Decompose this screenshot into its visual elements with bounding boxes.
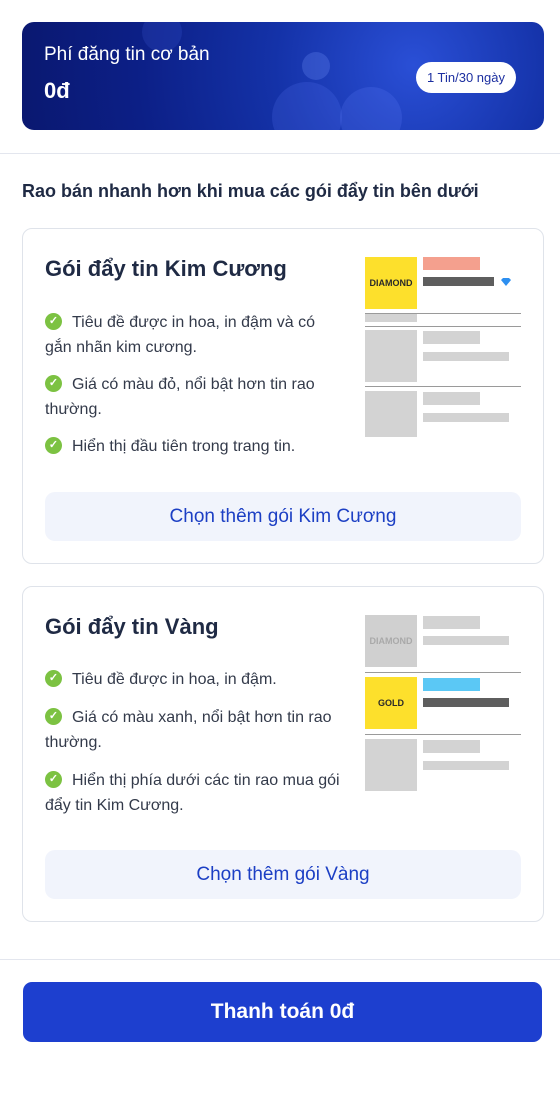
package-title: Gói đẩy tin Kim Cương (45, 256, 287, 281)
diamond-tag: DIAMOND (365, 257, 417, 309)
list-divider (365, 313, 521, 314)
select-diamond-button[interactable]: Chọn thêm gói Kim Cương (45, 492, 521, 541)
listing-preview-illustration: DIAMOND (365, 257, 521, 439)
check-icon: ✓ (45, 708, 62, 725)
image-placeholder (365, 313, 417, 322)
text-placeholder (423, 331, 480, 344)
package-title: Gói đẩy tin Vàng (45, 614, 219, 639)
text-placeholder (423, 636, 509, 645)
diamond-tag-faded: DIAMOND (365, 615, 417, 667)
diamond-icon (501, 278, 511, 286)
list-divider (365, 326, 521, 327)
bold-title-bar (423, 277, 494, 286)
check-icon: ✓ (45, 375, 62, 392)
image-placeholder (365, 330, 417, 382)
gold-tag: GOLD (365, 677, 417, 729)
duration-badge: 1 Tin/30 ngày (415, 62, 516, 93)
feature-item: ✓ Hiển thị đầu tiên trong trang tin. (45, 434, 345, 459)
listing-preview-illustration: DIAMOND GOLD (365, 615, 521, 795)
fee-amount: 0đ (44, 78, 70, 103)
gold-package-card: Gói đẩy tin Vàng ✓ Tiêu đề được in hoa, … (22, 586, 544, 922)
feature-item: ✓ Tiêu đề được in hoa, in đậm và có gắn … (45, 310, 345, 360)
bold-title-bar (423, 698, 509, 707)
bokeh-decoration (340, 87, 402, 130)
bokeh-decoration (302, 52, 330, 80)
diamond-package-card: Gói đẩy tin Kim Cương ✓ Tiêu đề được in … (22, 228, 544, 564)
fee-title: Phí đăng tin cơ bản (44, 44, 210, 65)
text-placeholder (423, 740, 480, 753)
text-placeholder (423, 413, 509, 422)
feature-item: ✓ Giá có màu xanh, nổi bật hơn tin rao t… (45, 705, 345, 755)
bokeh-decoration (272, 82, 342, 130)
divider (0, 153, 560, 154)
text-placeholder (423, 761, 509, 770)
list-divider (365, 386, 521, 387)
feature-text: Hiển thị đầu tiên trong trang tin. (72, 438, 296, 455)
feature-item: ✓ Hiển thị phía dưới các tin rao mua gói… (45, 768, 345, 818)
text-placeholder (423, 616, 480, 629)
feature-text: Hiển thị phía dưới các tin rao mua gói đ… (45, 772, 340, 814)
check-icon: ✓ (45, 771, 62, 788)
check-icon: ✓ (45, 437, 62, 454)
feature-text: Giá có màu đỏ, nổi bật hơn tin rao thườn… (45, 376, 315, 418)
feature-text: Tiêu đề được in hoa, in đậm và có gắn nh… (45, 314, 315, 356)
image-placeholder (365, 739, 417, 791)
section-heading: Rao bán nhanh hơn khi mua các gói đẩy ti… (22, 181, 479, 201)
select-gold-button[interactable]: Chọn thêm gói Vàng (45, 850, 521, 899)
list-divider (365, 672, 521, 673)
feature-item: ✓ Tiêu đề được in hoa, in đậm. (45, 667, 345, 692)
feature-text: Giá có màu xanh, nổi bật hơn tin rao thư… (45, 709, 332, 751)
list-divider (365, 734, 521, 735)
basic-fee-card: Phí đăng tin cơ bản 0đ 1 Tin/30 ngày (22, 22, 544, 130)
highlight-title-bar (423, 257, 480, 270)
feature-text: Tiêu đề được in hoa, in đậm. (72, 671, 277, 688)
check-icon: ✓ (45, 313, 62, 330)
highlight-title-bar (423, 678, 480, 691)
feature-item: ✓ Giá có màu đỏ, nổi bật hơn tin rao thư… (45, 372, 345, 422)
text-placeholder (423, 352, 509, 361)
check-icon: ✓ (45, 670, 62, 687)
image-placeholder (365, 391, 417, 437)
pay-button[interactable]: Thanh toán 0đ (23, 982, 542, 1042)
divider (0, 959, 560, 960)
text-placeholder (423, 392, 480, 405)
